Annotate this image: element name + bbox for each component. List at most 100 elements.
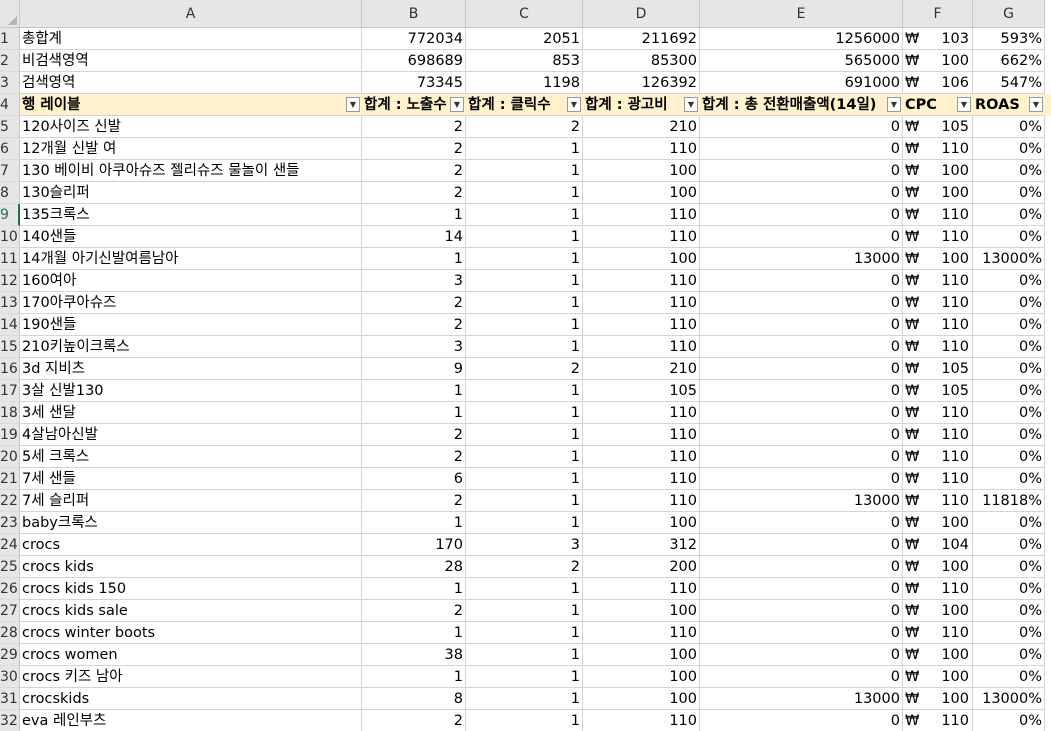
column-header-b[interactable]: B xyxy=(362,0,466,28)
filter-dropdown-icon[interactable]: ▼ xyxy=(1029,97,1043,112)
cell-ad-cost[interactable]: 85300 xyxy=(583,50,700,72)
cell-impressions[interactable]: 2 xyxy=(362,292,466,314)
cell-clicks[interactable]: 1 xyxy=(466,270,583,292)
column-header-e[interactable]: E xyxy=(700,0,903,28)
cell-ad-cost[interactable]: 210 xyxy=(583,358,700,380)
row-header[interactable]: 16 xyxy=(0,358,20,380)
header-cell-ad-cost[interactable]: 합계 : 광고비 ▼ xyxy=(583,94,700,116)
cell-cpc[interactable]: ₩100 xyxy=(903,160,973,182)
cell-ad-cost[interactable]: 100 xyxy=(583,248,700,270)
cell-clicks[interactable]: 1 xyxy=(466,226,583,248)
cell-roas[interactable]: 0% xyxy=(973,512,1045,534)
cell-impressions[interactable]: 1 xyxy=(362,248,466,270)
cell-cpc[interactable]: ₩110 xyxy=(903,710,973,731)
cell-conversion-sales[interactable]: 13000 xyxy=(700,688,903,710)
row-header[interactable]: 32 xyxy=(0,710,20,731)
cell-roas[interactable]: 0% xyxy=(973,556,1045,578)
cell-roas[interactable]: 0% xyxy=(973,380,1045,402)
cell-conversion-sales[interactable]: 0 xyxy=(700,622,903,644)
cell-row-label[interactable]: 비검색영역 xyxy=(20,50,362,72)
cell-ad-cost[interactable]: 110 xyxy=(583,270,700,292)
cell-ad-cost[interactable]: 312 xyxy=(583,534,700,556)
cell-ad-cost[interactable]: 110 xyxy=(583,336,700,358)
cell-ad-cost[interactable]: 110 xyxy=(583,424,700,446)
cell-ad-cost[interactable]: 100 xyxy=(583,644,700,666)
cell-conversion-sales[interactable]: 0 xyxy=(700,182,903,204)
cell-impressions[interactable]: 1 xyxy=(362,578,466,600)
cell-impressions[interactable]: 2 xyxy=(362,490,466,512)
cell-conversion-sales[interactable]: 565000 xyxy=(700,50,903,72)
cell-clicks[interactable]: 2 xyxy=(466,116,583,138)
header-cell-conversion-sales[interactable]: 합계 : 총 전환매출액(14일) ▼ xyxy=(700,94,903,116)
cell-roas[interactable]: 0% xyxy=(973,468,1045,490)
cell-impressions[interactable]: 2 xyxy=(362,314,466,336)
cell-ad-cost[interactable]: 110 xyxy=(583,204,700,226)
cell-roas[interactable]: 13000% xyxy=(973,688,1045,710)
cell-impressions[interactable]: 3 xyxy=(362,270,466,292)
cell-impressions[interactable]: 170 xyxy=(362,534,466,556)
cell-impressions[interactable]: 1 xyxy=(362,666,466,688)
cell-row-label[interactable]: 5세 크록스 xyxy=(20,446,362,468)
cell-row-label[interactable]: 7세 샌들 xyxy=(20,468,362,490)
cell-roas[interactable]: 11818% xyxy=(973,490,1045,512)
cell-clicks[interactable]: 2051 xyxy=(466,28,583,50)
cell-row-label[interactable]: crocs women xyxy=(20,644,362,666)
cell-impressions[interactable]: 2 xyxy=(362,446,466,468)
cell-clicks[interactable]: 1 xyxy=(466,622,583,644)
cell-ad-cost[interactable]: 110 xyxy=(583,138,700,160)
header-cell-row-label[interactable]: 행 레이블 ▼ xyxy=(20,94,362,116)
cell-impressions[interactable]: 1 xyxy=(362,204,466,226)
row-header[interactable]: 14 xyxy=(0,314,20,336)
cell-cpc[interactable]: ₩100 xyxy=(903,50,973,72)
cell-roas[interactable]: 0% xyxy=(973,292,1045,314)
row-header[interactable]: 10 xyxy=(0,226,20,248)
cell-conversion-sales[interactable]: 0 xyxy=(700,204,903,226)
cell-ad-cost[interactable]: 100 xyxy=(583,512,700,534)
cell-clicks[interactable]: 1 xyxy=(466,182,583,204)
cell-impressions[interactable]: 73345 xyxy=(362,72,466,94)
cell-clicks[interactable]: 1 xyxy=(466,138,583,160)
cell-row-label[interactable]: 135크록스 xyxy=(20,204,362,226)
cell-impressions[interactable]: 6 xyxy=(362,468,466,490)
cell-impressions[interactable]: 1 xyxy=(362,380,466,402)
cell-impressions[interactable]: 14 xyxy=(362,226,466,248)
cell-cpc[interactable]: ₩110 xyxy=(903,446,973,468)
cell-cpc[interactable]: ₩110 xyxy=(903,138,973,160)
cell-roas[interactable]: 0% xyxy=(973,600,1045,622)
cell-ad-cost[interactable]: 110 xyxy=(583,402,700,424)
cell-roas[interactable]: 0% xyxy=(973,402,1045,424)
row-header[interactable]: 30 xyxy=(0,666,20,688)
cell-ad-cost[interactable]: 110 xyxy=(583,468,700,490)
cell-impressions[interactable]: 1 xyxy=(362,622,466,644)
row-header[interactable]: 29 xyxy=(0,644,20,666)
cell-row-label[interactable]: 140샌들 xyxy=(20,226,362,248)
cell-clicks[interactable]: 1 xyxy=(466,424,583,446)
cell-conversion-sales[interactable]: 0 xyxy=(700,578,903,600)
cell-clicks[interactable]: 2 xyxy=(466,556,583,578)
cell-roas[interactable]: 0% xyxy=(973,116,1045,138)
cell-conversion-sales[interactable]: 0 xyxy=(700,534,903,556)
row-header[interactable]: 9 xyxy=(0,204,20,226)
cell-impressions[interactable]: 1 xyxy=(362,402,466,424)
cell-row-label[interactable]: 3살 신발130 xyxy=(20,380,362,402)
cell-cpc[interactable]: ₩110 xyxy=(903,292,973,314)
cell-roas[interactable]: 0% xyxy=(973,644,1045,666)
cell-row-label[interactable]: 190샌들 xyxy=(20,314,362,336)
cell-clicks[interactable]: 1 xyxy=(466,292,583,314)
cell-roas[interactable]: 0% xyxy=(973,622,1045,644)
cell-clicks[interactable]: 1 xyxy=(466,666,583,688)
cell-roas[interactable]: 0% xyxy=(973,446,1045,468)
cell-row-label[interactable]: crocskids xyxy=(20,688,362,710)
cell-roas[interactable]: 0% xyxy=(973,578,1045,600)
cell-cpc[interactable]: ₩100 xyxy=(903,688,973,710)
row-header[interactable]: 28 xyxy=(0,622,20,644)
cell-ad-cost[interactable]: 100 xyxy=(583,688,700,710)
cell-roas[interactable]: 0% xyxy=(973,666,1045,688)
cell-conversion-sales[interactable]: 0 xyxy=(700,292,903,314)
cell-row-label[interactable]: 3d 지비츠 xyxy=(20,358,362,380)
cell-clicks[interactable]: 1 xyxy=(466,204,583,226)
cell-clicks[interactable]: 1 xyxy=(466,380,583,402)
cell-clicks[interactable]: 1 xyxy=(466,314,583,336)
cell-row-label[interactable]: 120사이즈 신발 xyxy=(20,116,362,138)
header-cell-roas[interactable]: ROAS ▼ xyxy=(973,94,1045,116)
